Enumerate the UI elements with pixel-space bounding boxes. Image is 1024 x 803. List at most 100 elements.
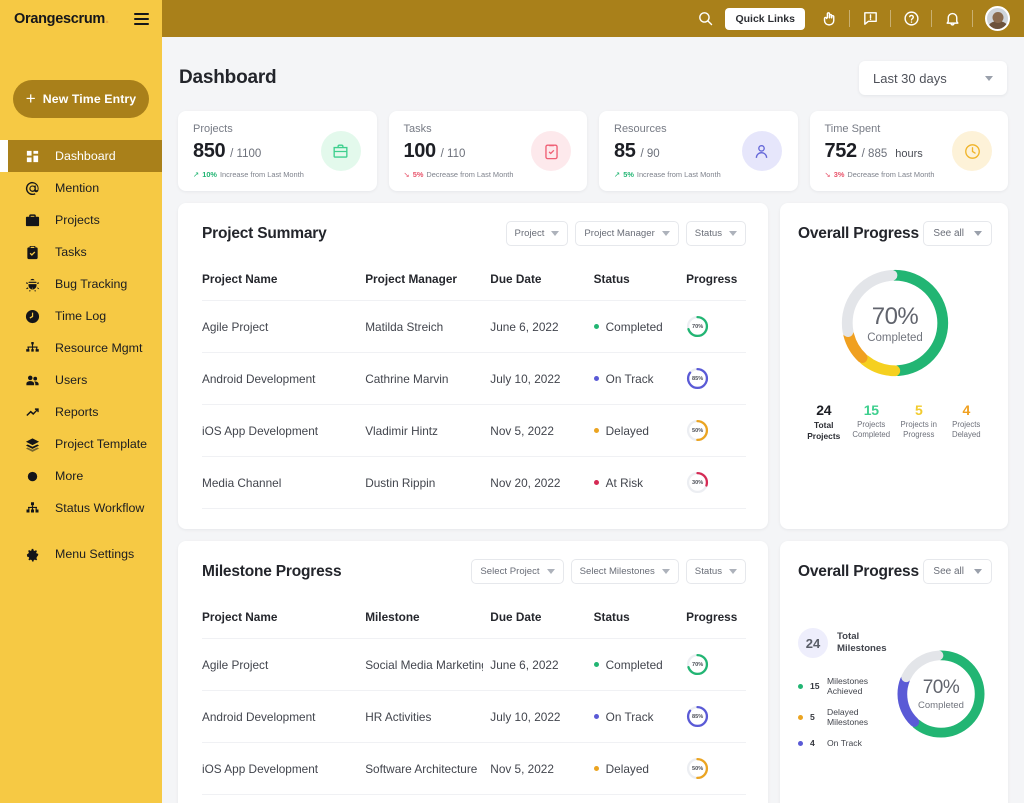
project-summary-table: Project NameProject ManagerDue DateStatu… <box>202 256 746 509</box>
sidebar-item-more[interactable]: More <box>0 460 162 492</box>
search-icon[interactable] <box>690 4 720 34</box>
cell-due-date: July 10, 2022 <box>490 353 593 405</box>
manager-text: Dustin Rippin <box>365 476 483 490</box>
milestone-progress-panel: Milestone Progress Select ProjectSelect … <box>178 541 768 803</box>
milestones-total: 24 Total Milestones <box>798 628 890 658</box>
see-all-projects-button[interactable]: See all <box>923 221 992 246</box>
hamburger-menu-icon[interactable] <box>134 13 149 25</box>
sidebar-item-bug-tracking[interactable]: Bug Tracking <box>0 268 162 300</box>
kpi-delta: ↘5%Decrease from Last Month <box>404 170 573 179</box>
stat-label: Projects Delayed <box>943 420 991 439</box>
sidebar-item-label: Reports <box>55 405 98 419</box>
sidebar-item-dashboard[interactable]: Dashboard <box>0 140 162 172</box>
table-row[interactable]: Android DevelopmentCathrine MarvinJuly 1… <box>202 353 746 405</box>
clipboard-check-icon <box>531 131 571 171</box>
column-header: Progress <box>686 256 746 301</box>
legend-dot-icon <box>798 715 803 720</box>
milestones-total-label: Total Milestones <box>837 631 890 656</box>
date-range-filter[interactable]: Last 30 days <box>859 61 1007 95</box>
bug-icon <box>24 276 41 293</box>
bell-icon[interactable] <box>937 4 967 34</box>
sidebar-item-users[interactable]: Users <box>0 364 162 396</box>
project-name-text: Agile Project <box>202 658 320 672</box>
overall-progress-projects-header: Overall Progress See all <box>798 221 992 246</box>
legend-number: 15 <box>810 681 820 691</box>
table-row[interactable]: Android DevelopmentHR ActivitiesJuly 10,… <box>202 691 746 743</box>
column-header: Project Name <box>202 256 365 301</box>
date-range-value: Last 30 days <box>873 71 947 86</box>
new-time-entry-wrap: + New Time Entry <box>0 37 162 140</box>
projects-donut-percent: 70% <box>872 303 919 331</box>
status-badge: On Track <box>606 710 654 724</box>
sidebar-logo-bar: Orangescrum. <box>0 0 162 37</box>
sidebar-item-resource-mgmt[interactable]: Resource Mgmt <box>0 332 162 364</box>
sidebar-item-reports[interactable]: Reports <box>0 396 162 428</box>
table-row[interactable]: Media ChannelMedia ChannelNov 20, 2022At… <box>202 795 746 803</box>
cell-status: On Track <box>594 353 686 405</box>
hand-pointer-icon[interactable] <box>814 4 844 34</box>
filter-project-manager[interactable]: Project Manager <box>575 221 678 246</box>
cell-milestone: HR Activities <box>365 691 490 743</box>
sidebar-item-label: Users <box>55 373 87 387</box>
kpi-card-tasks[interactable]: Tasks100/ 110↘5%Decrease from Last Month <box>389 111 588 191</box>
table-row[interactable]: iOS App DevelopmentSoftware Architecture… <box>202 743 746 795</box>
status-badge: Delayed <box>606 424 649 438</box>
filter-status[interactable]: Status <box>686 221 746 246</box>
grid-icon <box>24 148 41 165</box>
sidebar-item-project-template[interactable]: Project Template <box>0 428 162 460</box>
table-row[interactable]: iOS App DevelopmentVladimir HintzNov 5, … <box>202 405 746 457</box>
quick-links-button[interactable]: Quick Links <box>725 8 805 30</box>
sidebar-item-menu-settings[interactable]: Menu Settings <box>0 538 162 570</box>
page-title: Dashboard <box>179 67 276 89</box>
cell-project-name: Agile Project <box>202 301 365 353</box>
table-row[interactable]: Agile ProjectMatilda StreichJune 6, 2022… <box>202 301 746 353</box>
kpi-card-resources[interactable]: Resources85/ 90↗5%Increase from Last Mon… <box>599 111 798 191</box>
progress-ring: 70% <box>686 653 709 676</box>
column-header: Status <box>594 594 686 639</box>
milestone-progress-table: Project NameMilestoneDue DateStatusProgr… <box>202 594 746 803</box>
arrow-down-icon: ↘ <box>404 170 410 179</box>
kpi-delta: ↗5%Increase from Last Month <box>614 170 783 179</box>
cell-manager: Vladimir Hintz <box>365 405 490 457</box>
filter-status[interactable]: Status <box>686 559 746 584</box>
sidebar-item-projects[interactable]: Projects <box>0 204 162 236</box>
status-badge: At Risk <box>606 476 643 490</box>
chevron-down-icon <box>662 569 670 574</box>
divider <box>931 10 932 27</box>
see-all-milestones-button[interactable]: See all <box>923 559 992 584</box>
announcement-icon[interactable] <box>855 4 885 34</box>
briefcase-icon <box>24 212 41 229</box>
avatar[interactable] <box>985 6 1010 31</box>
kpi-delta: ↗10%Increase from Last Month <box>193 170 362 179</box>
stat-label: Total Projects <box>800 420 848 441</box>
kpi-card-projects[interactable]: Projects850/ 1100↗10%Increase from Last … <box>178 111 377 191</box>
filter-select-project[interactable]: Select Project <box>471 559 563 584</box>
divider <box>972 10 973 27</box>
progress-ring-value: 70% <box>686 315 709 338</box>
chevron-down-icon <box>547 569 555 574</box>
table-row[interactable]: Media ChannelDustin RippinNov 20, 2022At… <box>202 457 746 509</box>
help-icon[interactable] <box>896 4 926 34</box>
filter-select-milestones[interactable]: Select Milestones <box>571 559 679 584</box>
kpi-card-time-spent[interactable]: Time Spent752/ 885hours↘3%Decrease from … <box>810 111 1009 191</box>
table-row[interactable]: Agile ProjectSocial Media MarketingJune … <box>202 639 746 691</box>
cell-manager: Matilda Streich <box>365 301 490 353</box>
sidebar-item-label: Resource Mgmt <box>55 341 142 355</box>
legend-label: On Track <box>827 738 862 748</box>
status-badge: On Track <box>606 372 654 386</box>
sidebar-item-time-log[interactable]: Time Log <box>0 300 162 332</box>
project-stat-projects-completed: 15Projects Completed <box>848 402 896 439</box>
milestones-donut-body: 24 Total Milestones 15Milestones Achieve… <box>798 628 992 759</box>
app-logo[interactable]: Orangescrum. <box>14 10 109 27</box>
sidebar-item-status-workflow[interactable]: Status Workflow <box>0 492 162 524</box>
kpi-total: / 90 <box>640 148 659 160</box>
filter-project[interactable]: Project <box>506 221 569 246</box>
sidebar-item-tasks[interactable]: Tasks <box>0 236 162 268</box>
progress-ring: 85% <box>686 367 709 390</box>
sidebar-item-mention[interactable]: Mention <box>0 172 162 204</box>
project-summary-panel: Project Summary ProjectProject ManagerSt… <box>178 203 768 529</box>
new-time-entry-button[interactable]: + New Time Entry <box>13 80 149 118</box>
sidebar-nav: DashboardMentionProjectsTasksBug Trackin… <box>0 140 162 570</box>
column-header: Due Date <box>490 594 593 639</box>
arrow-up-icon: ↗ <box>614 170 620 179</box>
